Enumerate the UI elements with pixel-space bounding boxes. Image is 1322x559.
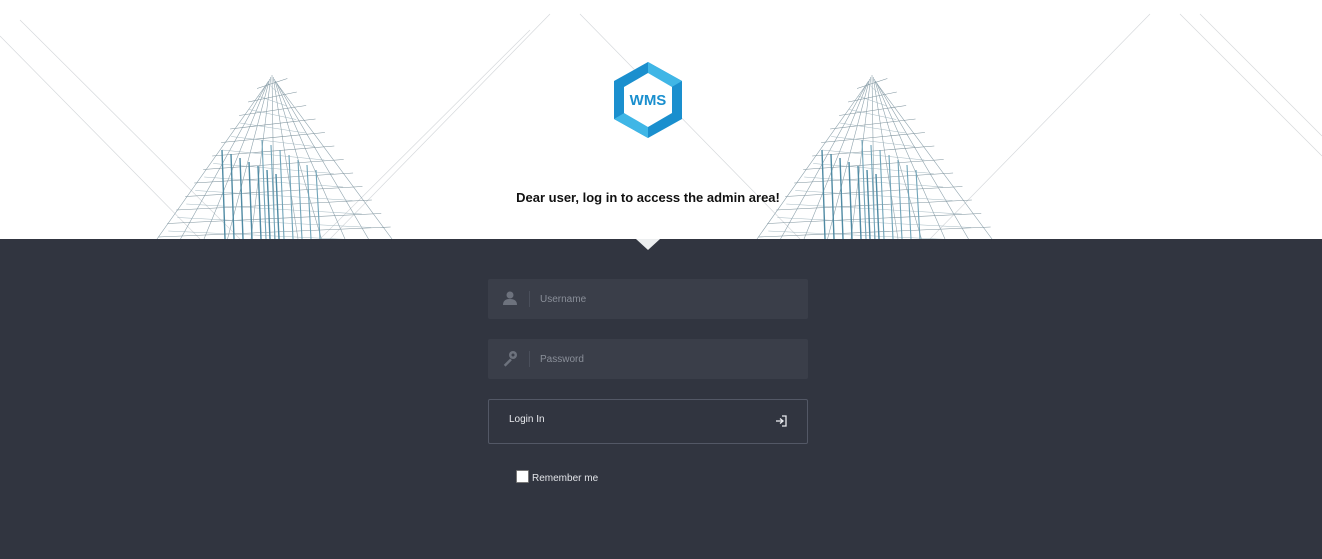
login-button[interactable]: Login In bbox=[488, 399, 808, 444]
username-field[interactable] bbox=[488, 279, 808, 319]
panel-notch bbox=[636, 239, 660, 250]
login-button-label: Login In bbox=[509, 414, 545, 425]
password-input[interactable] bbox=[540, 339, 790, 379]
field-separator bbox=[529, 351, 530, 367]
password-field[interactable] bbox=[488, 339, 808, 379]
header-area: WMS Dear user, log in to access the admi… bbox=[0, 0, 1322, 239]
username-input[interactable] bbox=[540, 279, 790, 319]
field-separator bbox=[529, 291, 530, 307]
remember-me-label: Remember me bbox=[532, 473, 599, 484]
wms-logo: WMS bbox=[614, 62, 682, 138]
user-icon bbox=[503, 291, 517, 305]
page-tagline: Dear user, log in to access the admin ar… bbox=[516, 190, 780, 205]
remember-me-checkbox[interactable] bbox=[516, 470, 529, 483]
logo-text: WMS bbox=[630, 92, 667, 109]
sign-in-icon bbox=[776, 415, 787, 427]
key-icon bbox=[503, 351, 517, 367]
